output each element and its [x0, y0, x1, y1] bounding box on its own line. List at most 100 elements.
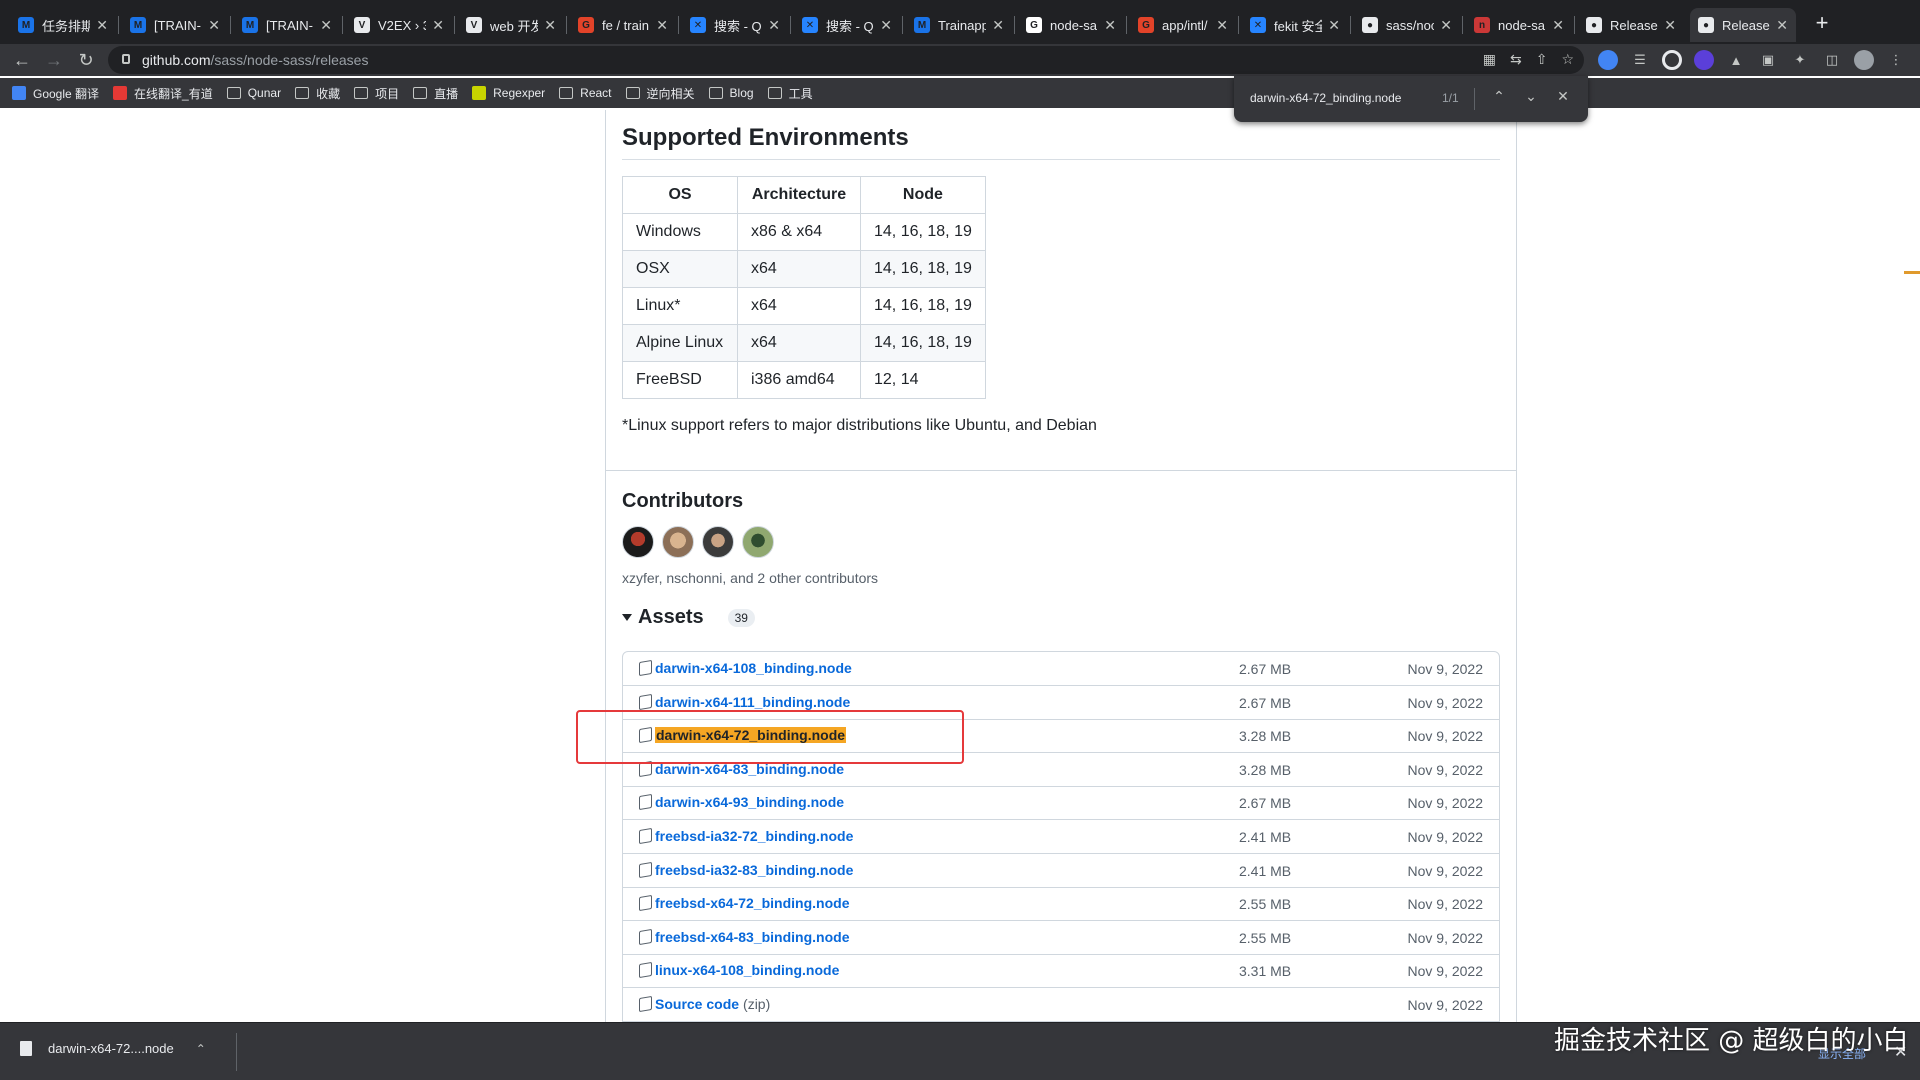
tab-close-icon[interactable]: ✕	[656, 17, 668, 34]
extension-layers-icon[interactable]: ☰	[1630, 50, 1650, 70]
asset-download-link[interactable]: linux-x64-108_binding.node	[655, 962, 839, 978]
bookmark-item[interactable]: 逆向相关	[625, 85, 695, 102]
browser-tab[interactable]: Gnode-sa ✕	[1018, 8, 1124, 42]
asset-date: Nov 9, 2022	[1407, 728, 1484, 745]
find-next-icon[interactable]: ⌄	[1520, 88, 1542, 105]
browser-tab[interactable]: ✕ 搜索 - Q ✕	[794, 8, 900, 42]
bookmark-item[interactable]: 项目	[354, 85, 399, 102]
tab-close-icon[interactable]: ✕	[880, 17, 892, 34]
menu-kebab-icon[interactable]: ⋮	[1886, 50, 1906, 70]
bookmark-item[interactable]: 工具	[767, 85, 813, 102]
browser-tab[interactable]: ● sass/noc ✕	[1354, 8, 1460, 42]
bookmark-item[interactable]: Qunar	[226, 86, 281, 100]
tab-close-icon[interactable]: ✕	[1552, 17, 1564, 34]
asset-download-link[interactable]: freebsd-ia32-83_binding.node	[655, 862, 853, 878]
bookmark-item[interactable]: React	[559, 86, 612, 100]
asset-download-link[interactable]: darwin-x64-108_binding.node	[655, 660, 852, 676]
browser-tab[interactable]: ✕ 搜索 - Q ✕	[682, 8, 788, 42]
asset-download-link[interactable]: darwin-x64-93_binding.node	[655, 794, 844, 810]
asset-download-link[interactable]: darwin-x64-111_binding.node	[655, 694, 850, 710]
browser-tab[interactable]: M [TRAIN- ✕	[234, 8, 340, 42]
table-cell: x64	[737, 287, 861, 325]
extension-triangle-icon[interactable]: ▲	[1726, 50, 1746, 70]
tab-close-icon[interactable]: ✕	[1440, 17, 1452, 34]
tab-close-icon[interactable]: ✕	[320, 17, 332, 34]
asset-download-link[interactable]: freebsd-x64-72_binding.node	[655, 895, 849, 911]
tab-favicon-icon: G	[578, 17, 594, 33]
assets-toggle[interactable]: Assets 39	[622, 606, 755, 629]
bookmark-item[interactable]: Regexper	[472, 86, 545, 100]
asset-row: darwin-x64-108_binding.node 2.67 MB Nov 9,…	[623, 652, 1499, 686]
browser-tab[interactable]: M 任务排期 ✕	[10, 8, 116, 42]
avatar[interactable]	[662, 526, 694, 558]
asset-name: freebsd-x64-72_binding.node	[655, 895, 850, 912]
translate-icon[interactable]: ⇆	[1510, 51, 1522, 68]
new-tab-button[interactable]: +	[1808, 10, 1836, 38]
tab-close-icon[interactable]: ✕	[768, 17, 780, 34]
tab-close-icon[interactable]: ✕	[992, 17, 1004, 34]
browser-tab[interactable]: V V2EX › 3 ✕	[346, 8, 452, 42]
asset-download-link[interactable]: Source code (zip)	[655, 996, 770, 1012]
tab-close-icon[interactable]: ✕	[1664, 17, 1676, 34]
tab-favicon-icon: M	[18, 17, 34, 33]
avatar[interactable]	[622, 526, 654, 558]
browser-tab[interactable]: M Trainapp ✕	[906, 8, 1012, 42]
find-match-count: 1/1	[1442, 91, 1459, 105]
browser-tab[interactable]: Gfe / train ✕	[570, 8, 676, 42]
tab-close-icon[interactable]: ✕	[1216, 17, 1228, 34]
url-text[interactable]: github.com/sass/node-sass/releases	[142, 52, 368, 68]
reload-icon[interactable]: ↻	[74, 48, 98, 72]
download-item[interactable]: darwin-x64-72....node ⌃	[20, 1041, 206, 1056]
asset-download-link[interactable]: freebsd-x64-83_binding.node	[655, 929, 849, 945]
table-cell: Alpine Linux	[622, 324, 738, 362]
bookmark-item[interactable]: Google 翻译	[12, 85, 99, 102]
package-icon	[639, 659, 652, 677]
avatar[interactable]	[742, 526, 774, 558]
find-input[interactable]: darwin-x64-72_binding.node	[1250, 91, 1401, 105]
avatar[interactable]	[702, 526, 734, 558]
tab-close-icon[interactable]: ✕	[1104, 17, 1116, 34]
chevron-up-icon[interactable]: ⌃	[196, 1042, 206, 1056]
tab-close-icon[interactable]: ✕	[544, 17, 556, 34]
tab-close-icon[interactable]: ✕	[1328, 17, 1340, 34]
share-icon[interactable]: ⇧	[1536, 51, 1548, 68]
profile-avatar[interactable]	[1854, 50, 1874, 70]
bookmark-star-icon[interactable]: ☆	[1561, 51, 1574, 68]
watermark: 掘金技术社区 @ 超级白的小白	[1554, 1026, 1909, 1056]
browser-tab[interactable]: Vweb 开发 ✕	[458, 8, 564, 42]
find-close-icon[interactable]: ✕	[1552, 88, 1574, 105]
contributors-text[interactable]: xzyfer, nschonni, and 2 other contributo…	[622, 570, 878, 586]
bookmark-item[interactable]: 收藏	[295, 85, 340, 102]
tab-close-icon[interactable]: ✕	[1776, 17, 1788, 34]
extension-badge-icon[interactable]	[1694, 50, 1714, 70]
table-cell: 14, 16, 18, 19	[860, 287, 986, 325]
sidepanel-icon[interactable]: ◫	[1822, 50, 1842, 70]
tab-favicon-icon: ●	[1698, 17, 1714, 33]
browser-tab[interactable]: n node-sa ✕	[1466, 8, 1572, 42]
asset-download-link[interactable]: freebsd-ia32-72_binding.node	[655, 828, 853, 844]
browser-tab[interactable]: ● Release ✕	[1690, 8, 1796, 42]
extension-circle-icon[interactable]	[1662, 50, 1682, 70]
tab-close-icon[interactable]: ✕	[208, 17, 220, 34]
extension-icon[interactable]	[1598, 50, 1618, 70]
extension-glasses-icon[interactable]: ▣	[1758, 50, 1778, 70]
browser-tab[interactable]: Gapp/intl/ ✕	[1130, 8, 1236, 42]
tab-title: 搜索 - Q	[826, 18, 874, 34]
browser-tab[interactable]: ✕ fekit 安全 ✕	[1242, 8, 1348, 42]
find-previous-icon[interactable]: ⌃	[1488, 88, 1510, 105]
bookmark-item[interactable]: 直播	[413, 85, 458, 102]
address-bar[interactable]: github.com/sass/node-sass/releases ▦ ⇆ ⇧…	[108, 46, 1584, 74]
bookmark-label: 在线翻译_有道	[134, 86, 213, 101]
asset-date: Nov 9, 2022	[1407, 997, 1484, 1013]
extensions-puzzle-icon[interactable]: ✦	[1790, 50, 1810, 70]
tab-title: sass/noc	[1386, 17, 1435, 33]
browser-tab[interactable]: ● Release ✕	[1578, 8, 1684, 42]
bookmark-item[interactable]: 在线翻译_有道	[113, 85, 213, 102]
tab-close-icon[interactable]: ✕	[96, 17, 108, 34]
forward-icon[interactable]: →	[42, 48, 66, 72]
tab-close-icon[interactable]: ✕	[432, 17, 444, 34]
bookmark-item[interactable]: Blog	[708, 86, 754, 100]
back-icon[interactable]: ←	[10, 48, 34, 72]
browser-tab[interactable]: M [TRAIN- ✕	[122, 8, 228, 42]
find-in-page-icon[interactable]: ▦	[1483, 51, 1496, 68]
